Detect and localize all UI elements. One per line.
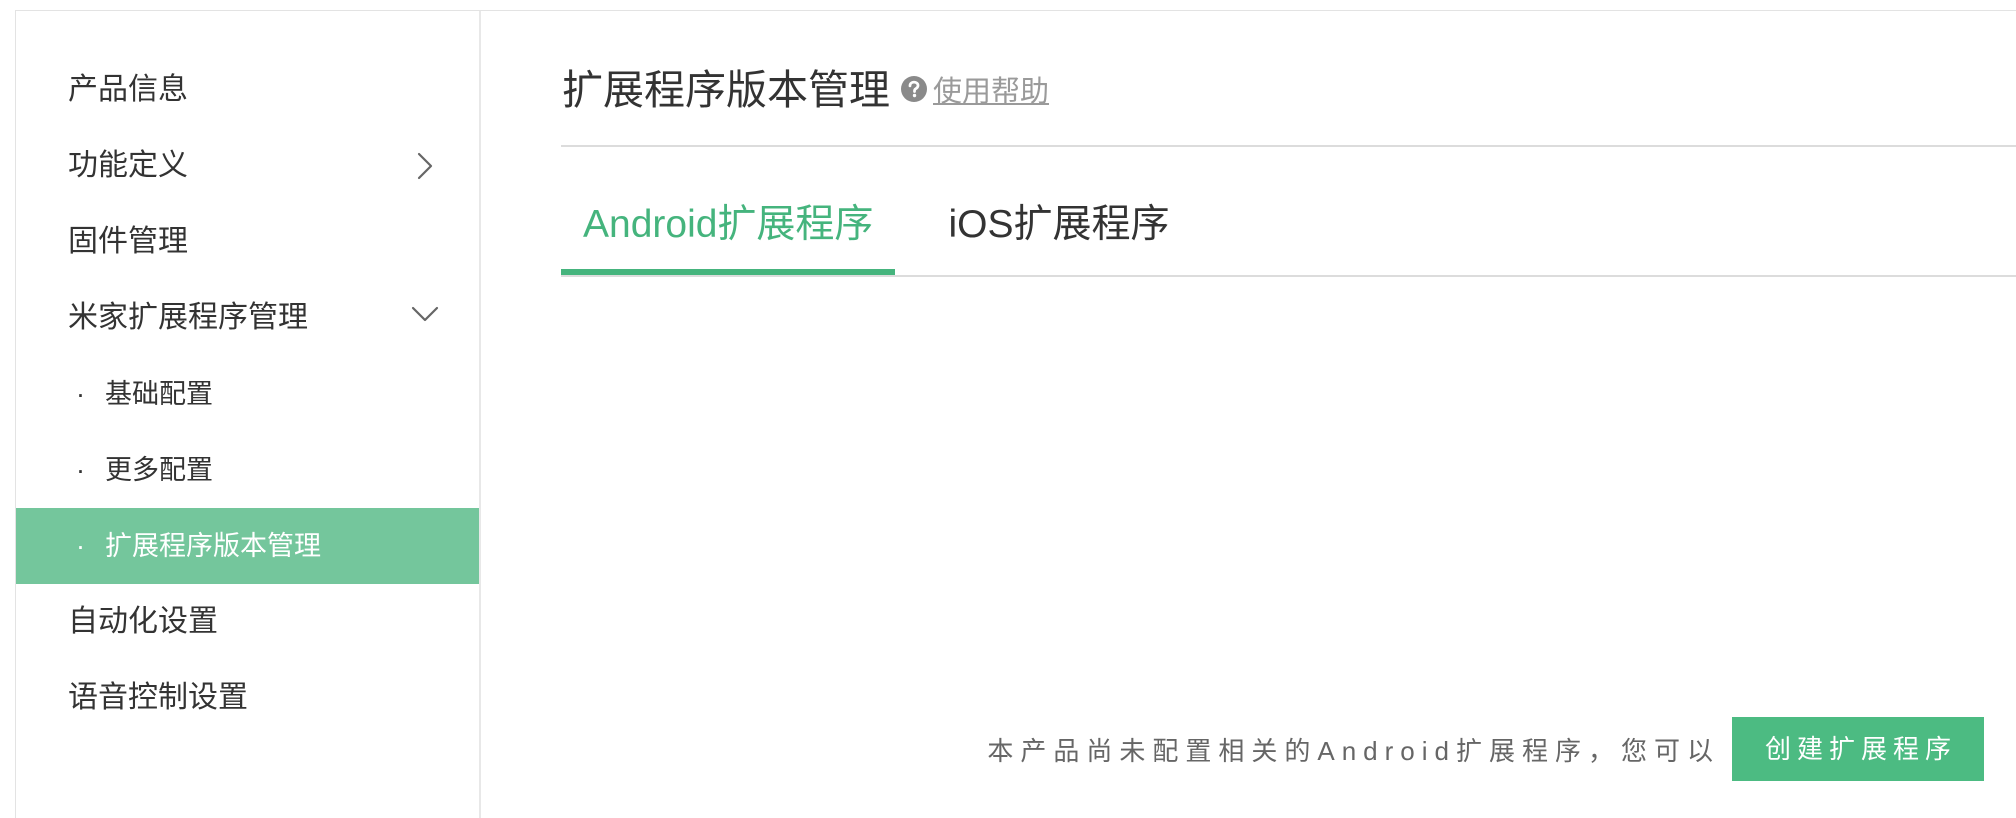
sidebar-subitem-basic-config[interactable]: · 基础配置 [16, 356, 479, 432]
sidebar-item-label: 固件管理 [68, 225, 188, 258]
tab-ios-extension[interactable]: iOS扩展程序 [926, 181, 1191, 275]
sidebar-item-label: 自动化设置 [68, 605, 218, 638]
app-frame: 产品信息 功能定义 固件管理 米家扩展程序管理 · 基础配置 · 更多配置 · [15, 10, 2016, 818]
create-extension-button[interactable]: 创建扩展程序 [1732, 717, 1984, 781]
tab-bar: Android扩展程序 iOS扩展程序 [561, 147, 2016, 277]
empty-state: 本产品尚未配置相关的Android扩展程序，您可以 创建扩展程序 [987, 717, 1984, 781]
sidebar-item-label: 功能定义 [68, 149, 188, 182]
page-title: 扩展程序版本管理 [562, 67, 890, 113]
chevron-right-icon[interactable] [411, 152, 439, 180]
chevron-down-icon[interactable] [411, 300, 439, 328]
sidebar-item-firmware[interactable]: 固件管理 [16, 204, 479, 280]
sidebar-item-label: 米家扩展程序管理 [68, 301, 308, 334]
sidebar-item-automation[interactable]: 自动化设置 [16, 584, 479, 660]
question-circle-icon[interactable] [901, 76, 927, 102]
sidebar-item-function-definition[interactable]: 功能定义 [16, 128, 479, 204]
help-link[interactable]: 使用帮助 [933, 68, 1049, 110]
sidebar-item-mijia-extension[interactable]: 米家扩展程序管理 [16, 280, 479, 356]
bullet: · [76, 455, 85, 485]
tab-android-extension[interactable]: Android扩展程序 [561, 181, 896, 275]
sidebar-item-voice-control[interactable]: 语音控制设置 [16, 660, 479, 736]
sidebar-item-label: 产品信息 [68, 73, 188, 106]
page-header: 扩展程序版本管理 使用帮助 [561, 37, 2016, 147]
sidebar: 产品信息 功能定义 固件管理 米家扩展程序管理 · 基础配置 · 更多配置 · [16, 11, 481, 818]
main-content: 扩展程序版本管理 使用帮助 Android扩展程序 iOS扩展程序 本产品尚未配… [483, 11, 2016, 818]
sidebar-subitem-label: 基础配置 [105, 379, 213, 409]
main-inner: 扩展程序版本管理 使用帮助 Android扩展程序 iOS扩展程序 [561, 11, 2016, 818]
bullet: · [76, 379, 85, 409]
sidebar-item-product-info[interactable]: 产品信息 [16, 52, 479, 128]
sidebar-subitem-label: 更多配置 [105, 455, 213, 485]
sidebar-item-label: 语音控制设置 [68, 681, 248, 714]
sidebar-subitem-label: 扩展程序版本管理 [105, 531, 321, 561]
empty-state-message: 本产品尚未配置相关的Android扩展程序，您可以 [987, 735, 1720, 766]
bullet: · [76, 531, 85, 561]
sidebar-subitem-more-config[interactable]: · 更多配置 [16, 432, 479, 508]
sidebar-subitem-extension-version[interactable]: · 扩展程序版本管理 [16, 508, 479, 584]
